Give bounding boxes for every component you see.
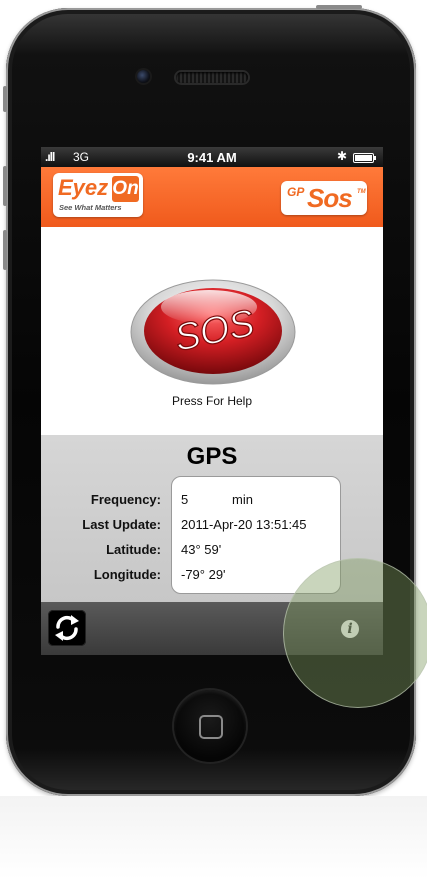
eyezon-logo-word: Eyez — [58, 175, 109, 200]
press-for-help-label: Press For Help — [171, 394, 253, 408]
gpsos-logo-word: Sos — [307, 183, 353, 213]
battery-icon — [353, 153, 376, 163]
latitude-label: Latitude: — [106, 542, 161, 557]
earpiece-speaker — [176, 72, 248, 83]
gpsos-logo-prefix: GP — [287, 185, 305, 199]
gpsos-logo-mark: TM — [357, 189, 366, 195]
volume-down-button — [3, 230, 7, 270]
longitude-label: Longitude: — [93, 567, 161, 582]
home-button[interactable] — [174, 690, 246, 762]
last-update-value: 2011-Apr-20 13:51:45 — [181, 517, 307, 532]
refresh-button[interactable] — [48, 610, 86, 646]
last-update-label: Last Update: — [82, 517, 161, 532]
latitude-value: 43° 59' — [181, 542, 222, 557]
power-button — [316, 5, 362, 9]
refresh-icon — [55, 615, 79, 641]
gps-title: GPS — [186, 443, 238, 470]
mute-switch — [3, 86, 7, 112]
frequency-label: Frequency: — [90, 492, 161, 507]
app-header: Eyez On See What Matters GP Sos TM — [41, 167, 383, 227]
sos-button[interactable]: SOS — [130, 275, 296, 385]
gpsos-logo: GP Sos TM — [281, 181, 367, 215]
status-time: 9:41 AM — [187, 150, 237, 165]
eyezon-logo-badge: On — [112, 176, 139, 202]
home-square-icon — [199, 715, 223, 739]
touch-indicator — [283, 558, 427, 708]
volume-up-button — [3, 166, 7, 206]
phone-reflection — [0, 796, 427, 879]
sos-section: SOS Press For Help — [41, 227, 383, 435]
frequency-unit: min — [232, 492, 253, 507]
longitude-value: -79° 29' — [181, 567, 226, 582]
front-camera — [137, 70, 150, 83]
status-bar: .ıll 3G 9:41 AM ✱ — [41, 147, 383, 167]
bluetooth-icon: ✱ — [337, 149, 348, 163]
eyezon-logo-tagline: See What Matters — [59, 203, 122, 212]
eyezon-logo: Eyez On See What Matters — [53, 173, 143, 217]
frequency-value: 5 — [181, 492, 189, 507]
